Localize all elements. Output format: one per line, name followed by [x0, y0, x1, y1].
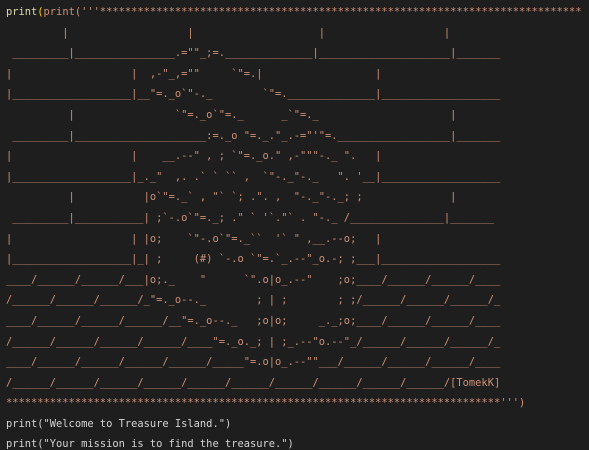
- code-line-mission: print("Your mission is to find the treas…: [6, 438, 294, 450]
- print-keyword: print: [6, 6, 38, 18]
- ascii-art-line: _________|___________| ;`-.o`"=._; ." ` …: [6, 211, 494, 224]
- ascii-art-line: ****************************************…: [6, 397, 526, 410]
- ascii-art-line: | |o`"=._` , "` `; .". , "-._"-._; ; |: [6, 191, 457, 204]
- ascii-art-line: ____/______/______/______/__"=._o--._ ;o…: [6, 314, 501, 327]
- ascii-art-line: |___________________|__"=._o`"-._ `"=.__…: [6, 88, 501, 101]
- ascii-art-line: /______/______/______/_"=._o--._ ; | ; ;…: [6, 294, 501, 307]
- ascii-art-line: ____/______/______/______/______/_____"=…: [6, 356, 501, 369]
- ascii-art-line: _________|________________.=""_;=.______…: [6, 47, 501, 60]
- ascii-art-line: _________|_____________________:=._o "=.…: [6, 129, 501, 142]
- ascii-art-line: ____/______/______/___|o;._ " `".o|o_.--…: [6, 273, 501, 286]
- code-line-welcome: print("Welcome to Treasure Island."): [6, 417, 232, 430]
- ascii-art-line: | | ,-"_,="" `"=.| |: [6, 67, 382, 80]
- code-editor[interactable]: print(print('''*************************…: [0, 0, 589, 450]
- code-block[interactable]: print(print('''*************************…: [6, 2, 582, 450]
- ascii-art-line: | | | |: [6, 26, 451, 39]
- ascii-art-line: |___________________|_| ; (#) `-.o `"=.`…: [6, 253, 501, 266]
- ascii-art-line: | | |o; `"-.o`"=._`` '` " ,__.--o; |: [6, 232, 382, 245]
- code-line-print-open[interactable]: print(print('''*************************…: [6, 2, 582, 23]
- ascii-art-line: | | __.--" , ; `"=._o." ,-"""-._ ". |: [6, 150, 382, 163]
- ascii-art-line: |___________________|_._" ,. .` ` `` , `…: [6, 170, 501, 183]
- ascii-art-line: print('''*******************************…: [43, 6, 582, 18]
- ascii-art-line: | `"=._o`"=._ _`"=._ |: [6, 108, 457, 121]
- ascii-art-line: /______/______/______/______/____"=._o._…: [6, 335, 501, 348]
- ascii-art-line: /______/______/______/______/______/____…: [6, 376, 501, 389]
